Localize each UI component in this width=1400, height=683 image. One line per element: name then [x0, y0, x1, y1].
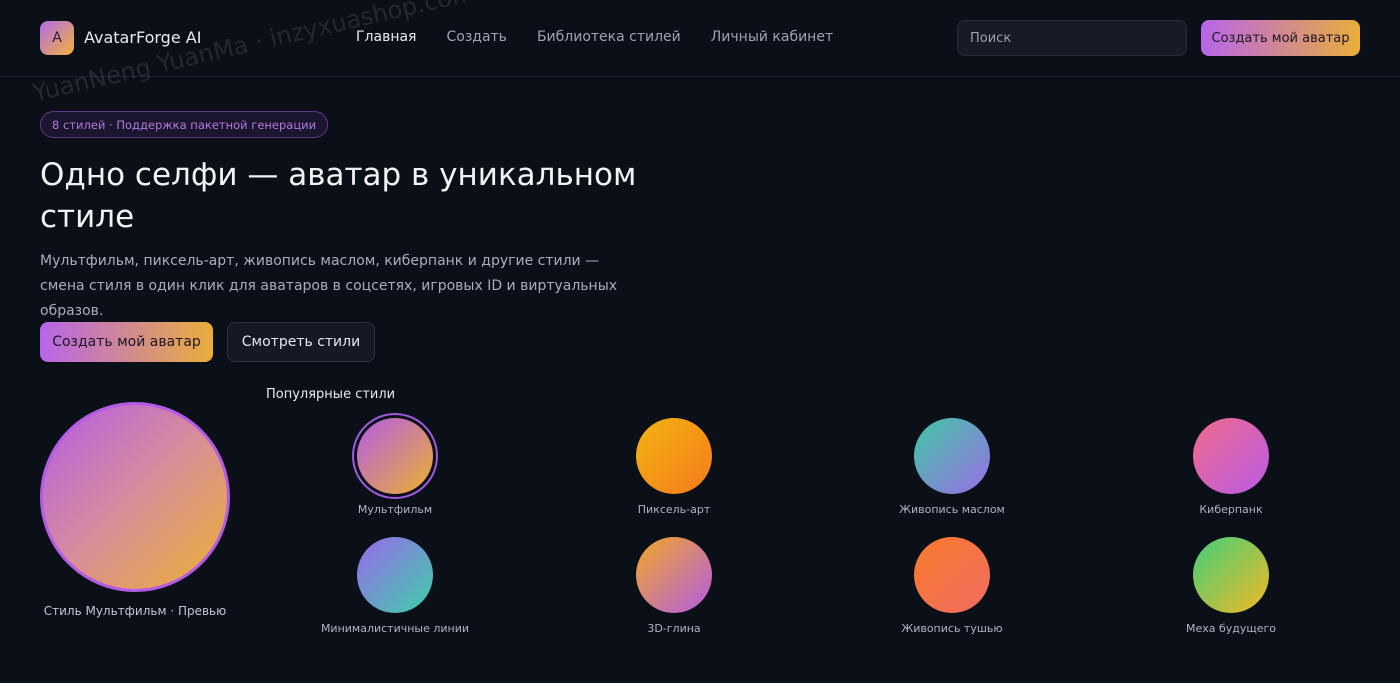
create-avatar-button[interactable]: Создать мой аватар [40, 322, 213, 362]
style-swatch [1193, 418, 1269, 494]
nav-item-create[interactable]: Создать [446, 29, 506, 45]
style-label: Минималистичные линии [320, 622, 470, 635]
feature-badge: 8 стилей · Поддержка пакетной генерации [40, 111, 329, 138]
nav-item-account[interactable]: Личный кабинет [711, 29, 833, 45]
nav-item-style-library[interactable]: Библиотека стилей [537, 29, 681, 45]
style-swatch [1193, 537, 1269, 613]
style-swatch [914, 537, 990, 613]
logo-icon[interactable]: A [40, 21, 74, 55]
style-option-cartoon[interactable]: Мультфильм [295, 418, 495, 528]
style-label: Пиксель-арт [637, 503, 711, 516]
search-input[interactable] [957, 20, 1187, 56]
hero-description: Мультфильм, пиксель-арт, живопись маслом… [40, 253, 618, 319]
style-label: Живопись маслом [899, 503, 1005, 516]
style-option-ink-painting[interactable]: Живопись тушью [852, 537, 1052, 647]
style-swatch [914, 418, 990, 494]
create-avatar-header-button[interactable]: Создать мой аватар [1201, 20, 1360, 56]
main-nav: Главная Создать Библиотека стилей Личный… [356, 29, 833, 45]
style-swatch [357, 537, 433, 613]
app-name[interactable]: AvatarForge AI [84, 28, 201, 47]
style-label: Меха будущего [1185, 622, 1277, 635]
style-option-minimal-lines[interactable]: Минималистичные линии [295, 537, 495, 647]
style-option-pixel-art[interactable]: Пиксель-арт [574, 418, 774, 528]
preview-caption: Стиль Мультфильм · Превью [43, 604, 227, 618]
style-option-future-mecha[interactable]: Меха будущего [1131, 537, 1331, 647]
style-swatch [357, 418, 433, 494]
style-label: Мультфильм [357, 503, 433, 516]
style-label: 3D-глина [647, 622, 701, 635]
avatar-preview [40, 402, 230, 592]
style-swatch [636, 418, 712, 494]
style-label: Живопись тушью [901, 622, 1003, 635]
hero-title: Одно селфи — аватар в уникальном стиле [40, 157, 637, 235]
style-option-3d-clay[interactable]: 3D-глина [574, 537, 774, 647]
style-option-oil-painting[interactable]: Живопись маслом [852, 418, 1052, 528]
view-styles-button[interactable]: Смотреть стили [227, 322, 375, 362]
style-option-cyberpunk[interactable]: Киберпанк [1131, 418, 1331, 528]
top-header: A AvatarForge AI Главная Создать Библиот… [0, 0, 1400, 77]
style-label: Киберпанк [1199, 503, 1263, 516]
nav-item-home[interactable]: Главная [356, 29, 416, 45]
style-swatch [636, 537, 712, 613]
popular-styles-heading: Популярные стили [266, 387, 396, 402]
